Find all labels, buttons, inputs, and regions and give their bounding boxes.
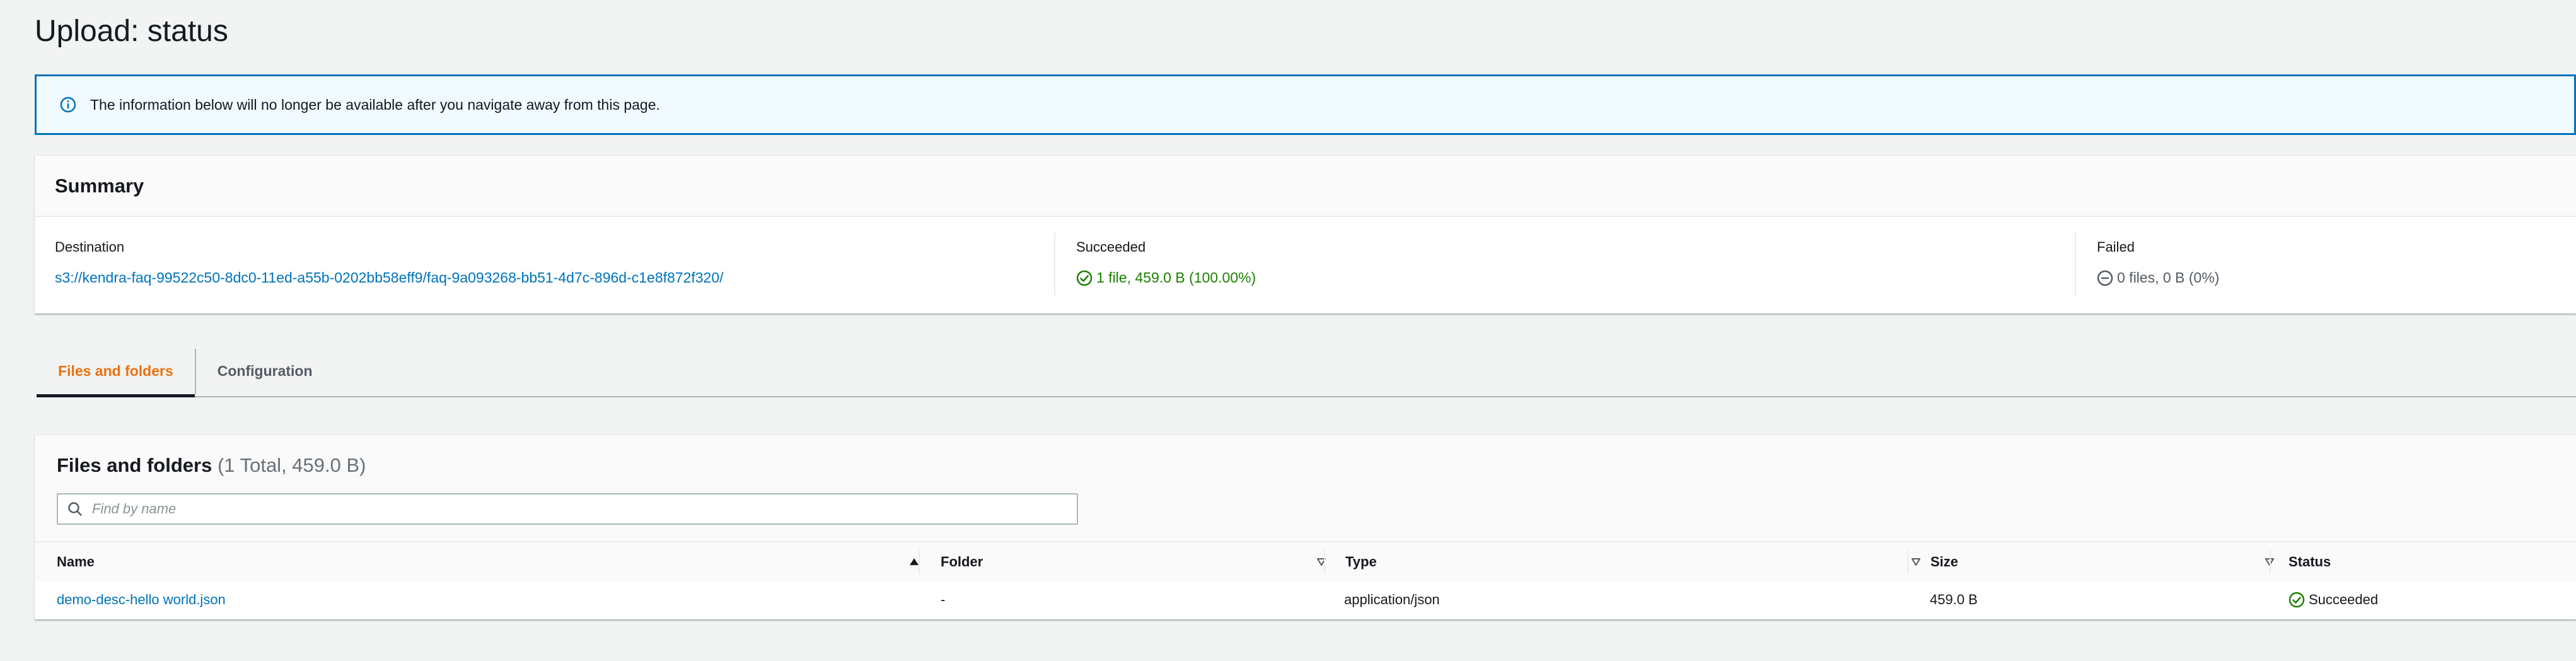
succeeded-label: Succeeded: [1076, 239, 1146, 255]
destination-label: Destination: [55, 239, 125, 255]
tab-bar: Files and folders Configuration: [37, 346, 2576, 397]
minus-circle-icon: [2097, 270, 2113, 286]
files-panel: Files and folders (1 Total, 459.0 B) Nam…: [35, 434, 2576, 619]
failed-text: 0 files, 0 B (0%): [2117, 269, 2220, 286]
column-divider[interactable]: [2270, 550, 2271, 574]
status-text: Succeeded: [2309, 592, 2379, 607]
succeeded-value: 1 file, 459.0 B (100.00%): [1076, 269, 2063, 286]
check-circle-icon: [1076, 270, 1093, 286]
cell-size: 459.0 B: [1930, 592, 1978, 607]
failed-value: 0 files, 0 B (0%): [2097, 269, 2576, 286]
files-title-text: Files and folders: [57, 454, 212, 476]
summary-body: Destination s3://kendra-faq-99522c50-8dc…: [35, 217, 2576, 312]
cell-type: application/json: [1344, 592, 1440, 607]
table-row: demo-desc-hello world.json - application…: [35, 582, 2576, 618]
summary-header: Summary: [35, 156, 2576, 217]
sort-down-icon[interactable]: [1910, 556, 1922, 568]
column-divider[interactable]: [919, 550, 920, 574]
column-header-status-label: Status: [2289, 554, 2331, 570]
sort-down-icon[interactable]: [1315, 556, 1328, 568]
cell-status: Succeeded: [2289, 582, 2378, 618]
column-header-folder-label: Folder: [941, 554, 983, 570]
tab-files-and-folders[interactable]: Files and folders: [37, 346, 195, 397]
column-header-folder[interactable]: Folder: [941, 542, 1347, 582]
cell-name: demo-desc-hello world.json: [57, 582, 226, 618]
check-circle-icon: [2289, 592, 2305, 608]
summary-panel: Summary Destination s3://kendra-faq-9952…: [35, 155, 2576, 313]
column-divider[interactable]: [1324, 550, 1325, 574]
files-title: Files and folders (1 Total, 459.0 B): [57, 454, 366, 477]
destination-link[interactable]: s3://kendra-faq-99522c50-8dc0-11ed-a55b-…: [55, 269, 724, 286]
failed-column: Failed 0 files, 0 B (0%): [2075, 233, 2576, 296]
column-header-status[interactable]: Status: [2289, 542, 2576, 582]
column-header-name-label: Name: [57, 554, 95, 570]
summary-title: Summary: [55, 174, 144, 197]
table-header: Name Folder Type Size Status: [35, 541, 2576, 583]
tab-configuration[interactable]: Configuration: [196, 346, 334, 396]
destination-column: Destination s3://kendra-faq-99522c50-8dc…: [55, 233, 1051, 296]
column-header-type[interactable]: Type: [1345, 542, 1941, 582]
succeeded-column: Succeeded 1 file, 459.0 B (100.00%): [1054, 233, 2063, 296]
column-header-type-label: Type: [1345, 554, 1377, 570]
column-divider[interactable]: [1907, 550, 1908, 574]
search-icon: [67, 501, 83, 517]
failed-label: Failed: [2097, 239, 2135, 255]
search-box: [57, 493, 1078, 525]
files-count: (1 Total, 459.0 B): [217, 454, 366, 476]
info-alert: The information below will no longer be …: [35, 74, 2576, 135]
cell-folder: -: [941, 592, 946, 607]
page-title: Upload: status: [35, 15, 228, 48]
column-header-size-label: Size: [1930, 554, 1959, 570]
column-header-name[interactable]: Name: [57, 542, 939, 582]
info-icon: [59, 95, 78, 114]
succeeded-text: 1 file, 459.0 B (100.00%): [1096, 269, 1256, 286]
file-name-link[interactable]: demo-desc-hello world.json: [57, 592, 226, 608]
search-input[interactable]: [91, 500, 1039, 518]
files-header: Files and folders (1 Total, 459.0 B): [35, 435, 2576, 541]
destination-value: s3://kendra-faq-99522c50-8dc0-11ed-a55b-…: [55, 269, 1051, 286]
alert-message: The information below will no longer be …: [90, 96, 660, 113]
column-header-size[interactable]: Size: [1930, 542, 2295, 582]
